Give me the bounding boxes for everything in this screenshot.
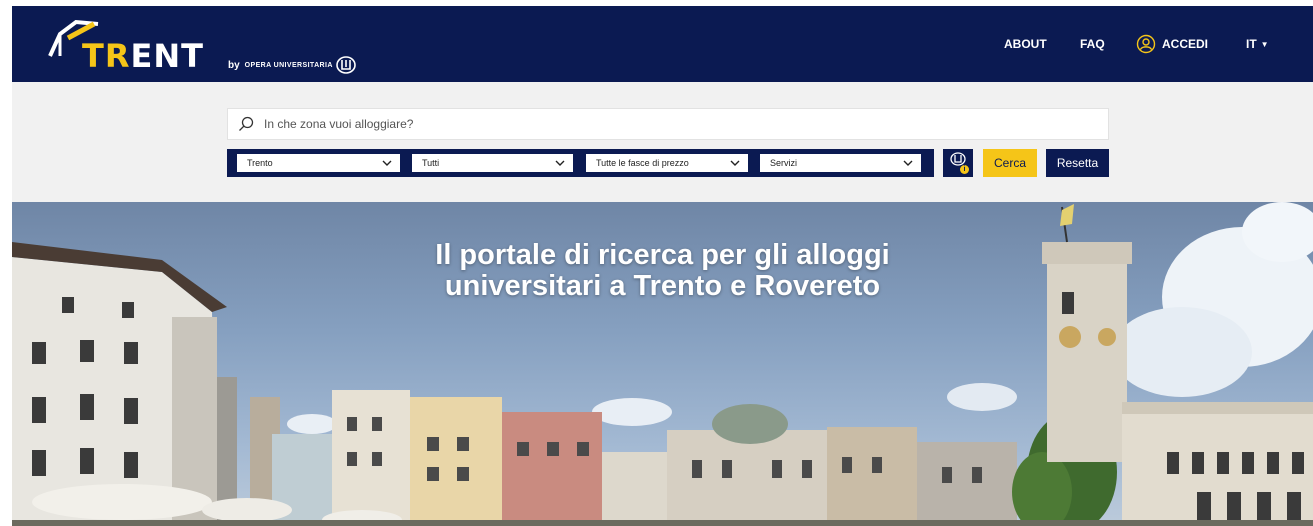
search-section: Trento Tutti Tutte le fasce di prezzo Se… xyxy=(12,82,1313,202)
opera-universitaria-badge[interactable]: by OPERA UNIVERSITARIA xyxy=(228,53,357,77)
price-select-value: Tutte le fasce di prezzo xyxy=(596,158,689,168)
search-button[interactable]: Cerca xyxy=(983,149,1037,177)
chevron-down-icon xyxy=(382,160,392,166)
hero-title-line2: universitari a Trento e Rovereto xyxy=(444,270,881,302)
search-input[interactable] xyxy=(262,116,1066,132)
language-label: IT xyxy=(1246,37,1257,51)
services-select-value: Servizi xyxy=(770,158,798,168)
info-dot-icon: i xyxy=(960,165,969,174)
opera-info-button[interactable]: i xyxy=(943,149,973,177)
language-selector[interactable]: IT ▼ xyxy=(1246,6,1269,82)
logo-rest: ENT xyxy=(130,37,204,75)
partner-name: OPERA UNIVERSITARIA xyxy=(244,61,333,69)
by-label: by xyxy=(228,59,240,71)
top-navigation-bar: TRENT by OPERA UNIVERSITARIA ABOUT FAQ A… xyxy=(12,6,1313,82)
reset-button[interactable]: Resetta xyxy=(1046,149,1109,177)
type-select[interactable]: Tutti xyxy=(412,154,573,172)
user-circle-icon xyxy=(1136,34,1156,54)
chevron-down-icon xyxy=(903,160,913,166)
city-select[interactable]: Trento xyxy=(237,154,400,172)
search-box[interactable] xyxy=(227,108,1109,140)
search-icon xyxy=(239,116,254,131)
login-label: ACCEDI xyxy=(1162,37,1209,51)
city-select-value: Trento xyxy=(247,158,273,168)
caret-down-icon: ▼ xyxy=(1260,39,1269,49)
opera-universitaria-logo-icon xyxy=(335,56,356,74)
logo-accent: TR xyxy=(82,37,131,75)
filter-bar: Trento Tutti Tutte le fasce di prezzo Se… xyxy=(227,149,934,177)
hero-banner: Il portale di ricerca per gli alloggi un… xyxy=(12,202,1313,526)
opera-info-icon xyxy=(950,152,966,166)
nav-about-link[interactable]: ABOUT xyxy=(1004,6,1047,82)
chevron-down-icon xyxy=(730,160,740,166)
hero-title: Il portale di ricerca per gli alloggi un… xyxy=(12,240,1313,302)
nav-login-link[interactable]: ACCEDI xyxy=(1136,6,1208,82)
type-select-value: Tutti xyxy=(422,158,440,168)
logo-wordmark: TRENT xyxy=(82,40,204,72)
hero-title-line1: Il portale di ricerca per gli alloggi xyxy=(435,239,890,271)
services-select[interactable]: Servizi xyxy=(760,154,921,172)
nav-faq-link[interactable]: FAQ xyxy=(1080,6,1105,82)
price-select[interactable]: Tutte le fasce di prezzo xyxy=(586,154,748,172)
trent-logo[interactable]: TRENT xyxy=(46,14,203,76)
chevron-down-icon xyxy=(555,160,565,166)
